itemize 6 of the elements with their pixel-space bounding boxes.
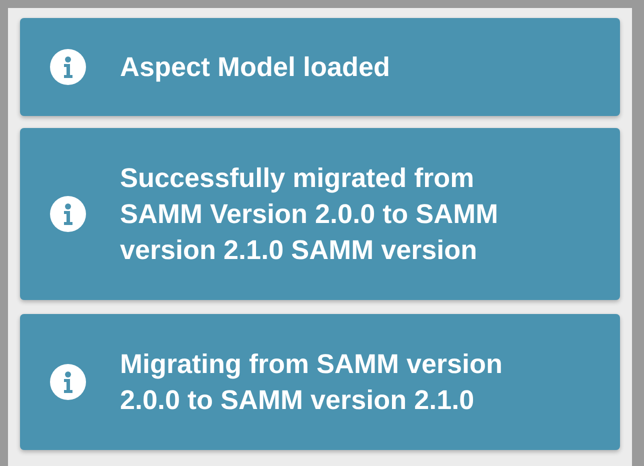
info-icon — [50, 196, 86, 232]
notification-message: Migrating from SAMM version 2.0.0 to SAMM version 2.1.0 — [120, 348, 504, 417]
info-icon — [50, 364, 86, 400]
notification-message: Aspect Model loaded — [120, 51, 390, 84]
info-icon — [50, 49, 86, 85]
notification-message: Successfully migrated from SAMM Version 2.0.0 to SAMM version 2.1.0 SAMM version — [120, 162, 500, 267]
